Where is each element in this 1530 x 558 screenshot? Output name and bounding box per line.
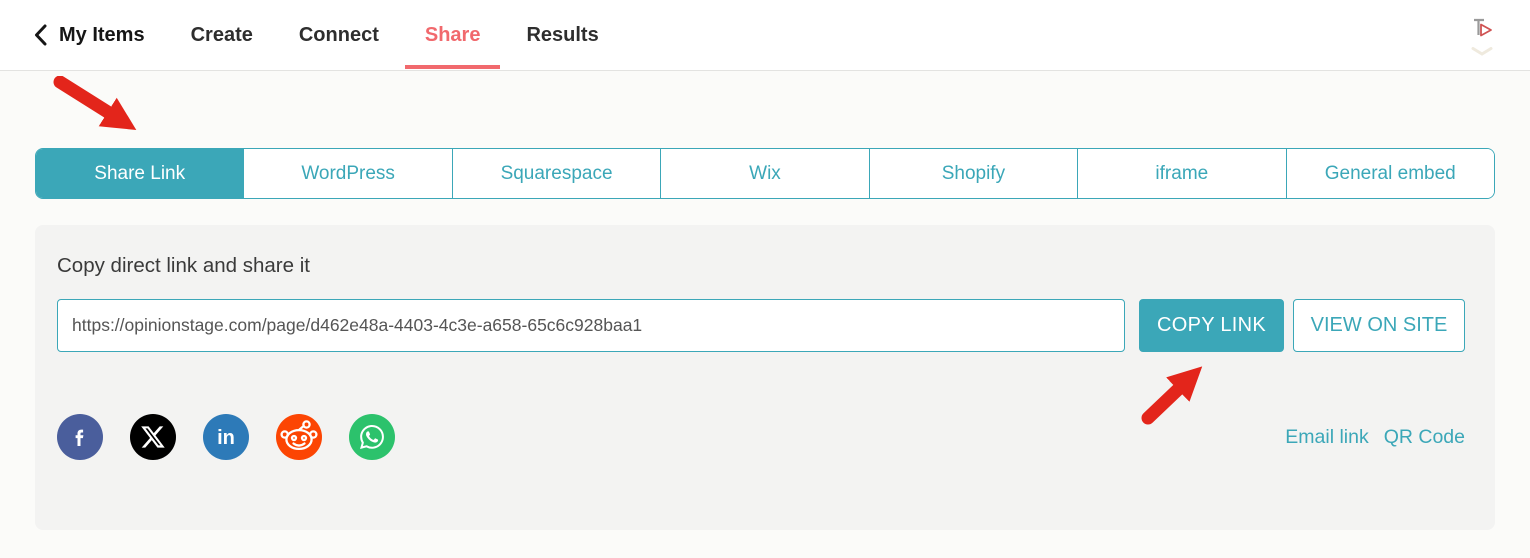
top-navbar: My Items Create Connect Share Results xyxy=(0,0,1530,71)
widget-preview-icon[interactable] xyxy=(1467,15,1497,43)
whatsapp-share-icon[interactable] xyxy=(349,414,395,460)
tab-wordpress[interactable]: WordPress xyxy=(244,149,452,198)
chevron-down-icon xyxy=(1471,47,1493,56)
share-url-input[interactable] xyxy=(57,299,1125,352)
chevron-left-icon xyxy=(33,24,48,46)
x-twitter-share-icon[interactable] xyxy=(130,414,176,460)
tab-shopify[interactable]: Shopify xyxy=(870,149,1078,198)
svg-text:in: in xyxy=(217,427,235,449)
panel-heading: Copy direct link and share it xyxy=(57,254,1465,278)
facebook-share-icon[interactable] xyxy=(57,414,103,460)
extra-share-links: Email link QR Code xyxy=(1285,426,1465,449)
copy-link-button[interactable]: COPY LINK xyxy=(1139,299,1284,352)
navbar-right xyxy=(1467,15,1497,56)
view-on-site-button[interactable]: VIEW ON SITE xyxy=(1293,299,1465,352)
reddit-share-icon[interactable] xyxy=(276,414,322,460)
share-link-panel: Copy direct link and share it COPY LINK … xyxy=(35,225,1495,530)
linkedin-share-icon[interactable]: in xyxy=(203,414,249,460)
social-share-icons: in xyxy=(57,414,395,460)
nav-item-share[interactable]: Share xyxy=(425,0,481,70)
nav-item-results[interactable]: Results xyxy=(526,0,598,70)
tab-general-embed[interactable]: General embed xyxy=(1287,149,1494,198)
nav-item-connect[interactable]: Connect xyxy=(299,0,379,70)
annotation-arrow-share-link-tab xyxy=(50,76,160,148)
tab-wix[interactable]: Wix xyxy=(661,149,869,198)
qr-code-link[interactable]: QR Code xyxy=(1384,426,1465,449)
tab-squarespace[interactable]: Squarespace xyxy=(453,149,661,198)
nav-item-create[interactable]: Create xyxy=(191,0,253,70)
tab-iframe[interactable]: iframe xyxy=(1078,149,1286,198)
bottom-row: in Email link xyxy=(57,414,1465,460)
link-row: COPY LINK VIEW ON SITE xyxy=(57,299,1465,352)
tab-share-link[interactable]: Share Link xyxy=(36,149,244,198)
back-to-my-items[interactable]: My Items xyxy=(33,0,145,70)
share-method-tabs: Share Link WordPress Squarespace Wix Sho… xyxy=(35,148,1495,199)
email-link[interactable]: Email link xyxy=(1285,426,1368,449)
back-label: My Items xyxy=(59,24,145,47)
